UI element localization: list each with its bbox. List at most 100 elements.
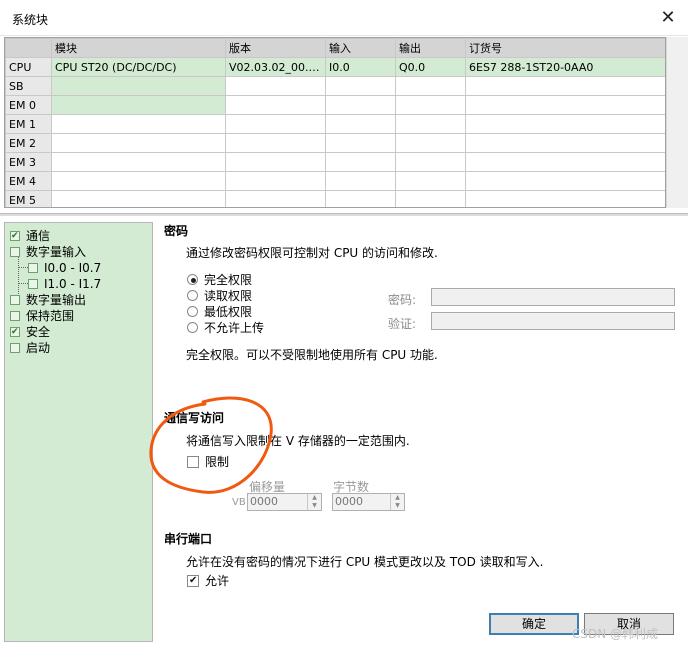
- tree-item-digital-input[interactable]: 数字量输入: [10, 244, 86, 260]
- serial-desc: 允许在没有密码的情况下进行 CPU 模式更改以及 TOD 读取和写入.: [186, 555, 544, 569]
- tree-item-label: I0.0 - I0.7: [44, 261, 102, 275]
- serial-title: 串行端口: [164, 532, 213, 546]
- radio-read-access[interactable]: 读取权限: [187, 288, 252, 304]
- verify-label: 验证:: [388, 317, 417, 331]
- grid-cell-order[interactable]: 6ES7 288-1ST20-0AA0: [465, 57, 665, 77]
- spinner-arrows-icon[interactable]: ▲ ▼: [390, 494, 404, 510]
- grid-cell-order[interactable]: [465, 190, 665, 207]
- grid-cell-version[interactable]: [225, 95, 326, 115]
- offset-spinner[interactable]: 0000 ▲ ▼: [247, 493, 322, 511]
- config-tree: 通信 数字量输入 I0.0 - I0.7 I1.0 - I1.7 数字量输出 保…: [4, 222, 153, 642]
- grid-cell-output[interactable]: [395, 152, 466, 172]
- grid-cell-version[interactable]: [225, 133, 326, 153]
- grid-cell-module[interactable]: [51, 114, 226, 134]
- password-desc: 通过修改密码权限可控制对 CPU 的访问和修改.: [186, 246, 438, 260]
- grid-cell-order[interactable]: [465, 76, 665, 96]
- grid-cell-module[interactable]: [51, 190, 226, 207]
- grid-cell-input[interactable]: [325, 152, 396, 172]
- grid-cell-version[interactable]: [225, 76, 326, 96]
- grid-cell-output[interactable]: [395, 190, 466, 207]
- grid-header-slot: [5, 38, 52, 58]
- tree-checkbox-icon: [28, 279, 38, 289]
- grid-cell-module[interactable]: [51, 76, 226, 96]
- close-icon[interactable]: ✕: [652, 4, 684, 32]
- grid-cell-output[interactable]: [395, 114, 466, 134]
- grid-cell-order[interactable]: [465, 95, 665, 115]
- tree-item-security[interactable]: 安全: [10, 324, 50, 340]
- restrict-label: 限制: [205, 455, 230, 469]
- grid-cell-order[interactable]: [465, 114, 665, 134]
- grid-cell-version[interactable]: [225, 152, 326, 172]
- table-row[interactable]: EM 1: [5, 114, 665, 134]
- verify-input[interactable]: [431, 312, 675, 330]
- grid-cell-input[interactable]: [325, 133, 396, 153]
- grid-cell-slot: CPU: [5, 57, 52, 77]
- tree-checkbox-icon: [10, 295, 20, 305]
- allow-checkbox[interactable]: 允许: [187, 573, 229, 589]
- grid-cell-input[interactable]: [325, 114, 396, 134]
- grid-cell-version[interactable]: [225, 114, 326, 134]
- grid-cell-module[interactable]: [51, 171, 226, 191]
- grid-cell-input[interactable]: [325, 190, 396, 207]
- grid-cell-input[interactable]: [325, 171, 396, 191]
- tree-item-digital-output[interactable]: 数字量输出: [10, 292, 86, 308]
- grid-right-strip: [666, 37, 688, 208]
- tree-item-i0[interactable]: I0.0 - I0.7: [28, 260, 101, 276]
- grid-cell-output[interactable]: [395, 133, 466, 153]
- access-info: 完全权限。可以不受限制地使用所有 CPU 功能.: [186, 348, 438, 362]
- table-row[interactable]: SB: [5, 76, 665, 96]
- table-row[interactable]: EM 0: [5, 95, 665, 115]
- table-row[interactable]: EM 5: [5, 190, 665, 207]
- grid-cell-input[interactable]: I0.0: [325, 57, 396, 77]
- grid-cell-module[interactable]: [51, 133, 226, 153]
- grid-cell-module[interactable]: CPU ST20 (DC/DC/DC): [51, 57, 226, 77]
- tree-item-label: 通信: [26, 229, 51, 243]
- checkbox-icon: [187, 573, 199, 589]
- table-row[interactable]: EM 2: [5, 133, 665, 153]
- tree-checkbox-icon: [10, 247, 20, 257]
- grid-header-output: 输出: [395, 38, 466, 58]
- grid-cell-input[interactable]: [325, 76, 396, 96]
- radio-full-access[interactable]: 完全权限: [187, 272, 252, 288]
- grid-header-order: 订货号: [465, 38, 665, 58]
- table-row[interactable]: EM 3: [5, 152, 665, 172]
- tree-item-i1[interactable]: I1.0 - I1.7: [28, 276, 101, 292]
- tree-item-startup[interactable]: 启动: [10, 340, 50, 356]
- grid-cell-output[interactable]: [395, 95, 466, 115]
- bytes-value: 0000: [335, 495, 363, 508]
- grid-header-input: 输入: [325, 38, 396, 58]
- grid-cell-slot: EM 5: [5, 190, 52, 207]
- grid-cell-slot: EM 2: [5, 133, 52, 153]
- grid-cell-output[interactable]: [395, 171, 466, 191]
- grid-cell-version[interactable]: [225, 171, 326, 191]
- restrict-checkbox[interactable]: 限制: [187, 454, 229, 470]
- password-input[interactable]: [431, 288, 675, 306]
- tree-item-comm[interactable]: 通信: [10, 228, 50, 244]
- grid-cell-input[interactable]: [325, 95, 396, 115]
- spinner-arrows-icon[interactable]: ▲ ▼: [307, 494, 321, 510]
- grid-cell-output[interactable]: Q0.0: [395, 57, 466, 77]
- grid-cell-order[interactable]: [465, 171, 665, 191]
- radio-label: 不允许上传: [204, 321, 265, 335]
- radio-label: 最低权限: [204, 305, 253, 319]
- grid-cell-output[interactable]: [395, 76, 466, 96]
- radio-no-upload[interactable]: 不允许上传: [187, 320, 264, 336]
- grid-cell-slot: EM 1: [5, 114, 52, 134]
- radio-icon: [187, 274, 198, 285]
- radio-min-access[interactable]: 最低权限: [187, 304, 252, 320]
- radio-label: 完全权限: [204, 273, 253, 287]
- grid-cell-version[interactable]: [225, 190, 326, 207]
- grid-cell-order[interactable]: [465, 152, 665, 172]
- tree-item-retentive[interactable]: 保持范围: [10, 308, 74, 324]
- table-row[interactable]: CPU CPU ST20 (DC/DC/DC) V02.03.02_00.00...…: [5, 57, 665, 77]
- grid-header-row: 模块 版本 输入 输出 订货号: [5, 38, 665, 58]
- grid-cell-order[interactable]: [465, 133, 665, 153]
- table-row[interactable]: EM 4: [5, 171, 665, 191]
- grid-cell-module[interactable]: [51, 95, 226, 115]
- grid-cell-module[interactable]: [51, 152, 226, 172]
- comm-write-title: 通信写访问: [164, 411, 225, 425]
- grid-cell-version[interactable]: V02.03.02_00.00...: [225, 57, 326, 77]
- bytes-spinner[interactable]: 0000 ▲ ▼: [332, 493, 405, 511]
- ok-button[interactable]: 确定: [489, 613, 579, 635]
- module-table: 模块 版本 输入 输出 订货号 CPU CPU ST20 (DC/DC/DC) V0…: [5, 38, 665, 207]
